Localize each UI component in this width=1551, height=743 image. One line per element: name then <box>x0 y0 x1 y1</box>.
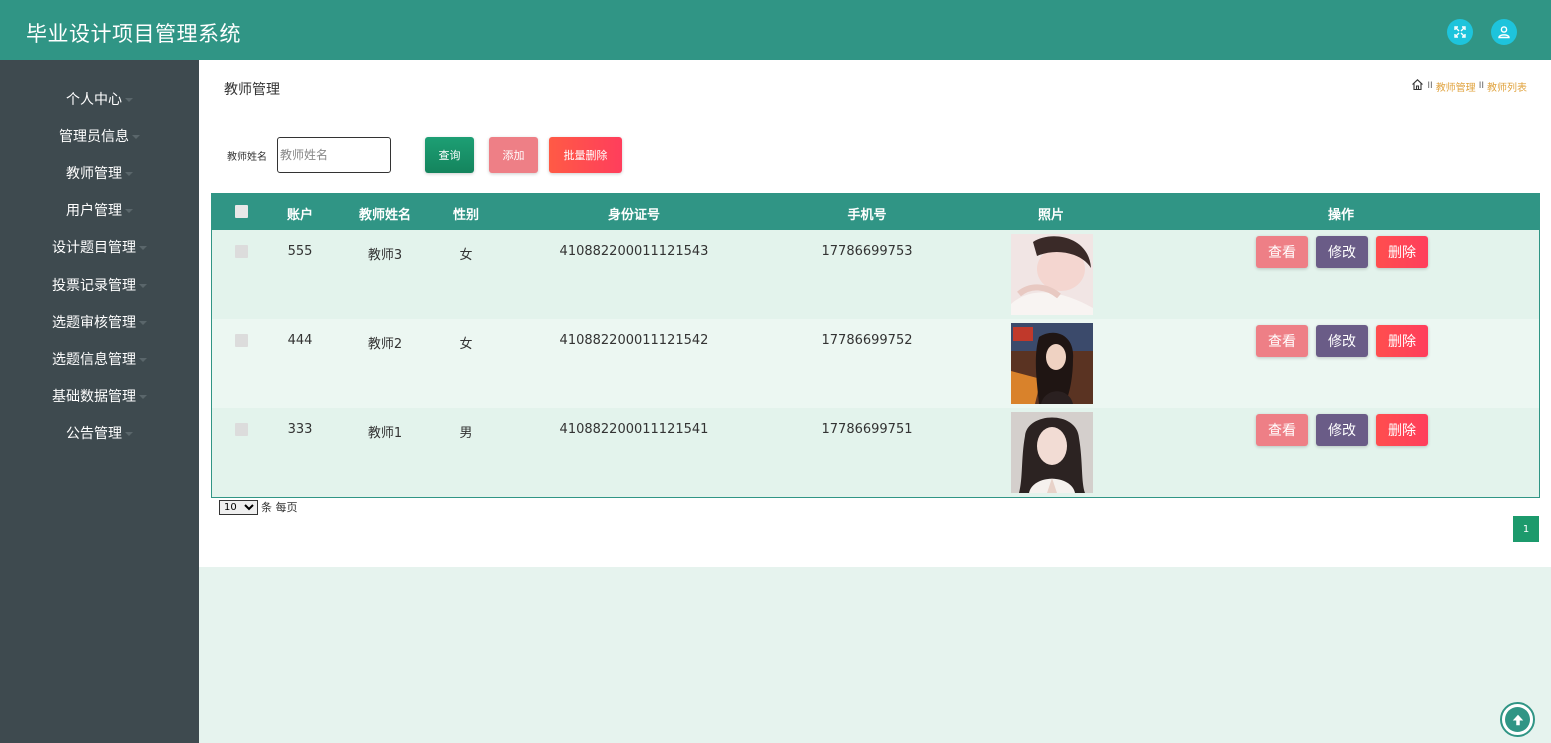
select-all-checkbox[interactable] <box>235 205 248 218</box>
row-checkbox[interactable] <box>235 245 248 258</box>
column-header-photo: 照片 <box>1037 208 1065 223</box>
teacher-name-search-input[interactable] <box>277 137 391 173</box>
column-header-actions: 操作 <box>1327 208 1355 223</box>
cell-id-card: 410882200011121542 <box>559 333 709 348</box>
cell-phone: 17786699753 <box>821 244 913 259</box>
edit-button[interactable]: 修改 <box>1316 325 1368 357</box>
search-label: 教师姓名 <box>227 152 267 163</box>
add-button[interactable]: 添加 <box>489 137 538 173</box>
page-size-select[interactable]: 10 <box>219 499 258 515</box>
chevron-down-icon <box>132 134 140 139</box>
column-header-id-card: 身份证号 <box>607 208 661 223</box>
teacher-photo <box>1011 323 1093 404</box>
chevron-down-icon <box>139 283 147 288</box>
sidebar-item-label: 选题审核管理 <box>52 314 136 331</box>
chevron-down-icon <box>125 171 133 176</box>
sidebar-item-user-management[interactable]: 用户管理 <box>0 192 199 229</box>
table-row: 333 教师1 男 410882200011121541 17786699751… <box>212 408 1539 497</box>
edit-button[interactable]: 修改 <box>1316 236 1368 268</box>
column-header-gender: 性别 <box>452 208 480 223</box>
sidebar: 个人中心 管理员信息 教师管理 用户管理 设计题目管理 投票记录管理 选题审核管… <box>0 60 199 743</box>
app-title: 毕业设计项目管理系统 <box>26 22 241 46</box>
teacher-photo <box>1011 412 1093 493</box>
query-button[interactable]: 查询 <box>425 137 474 173</box>
chevron-down-icon <box>139 246 147 251</box>
cell-gender: 女 <box>459 248 473 263</box>
cell-account: 555 <box>287 244 313 259</box>
cell-name: 教师1 <box>367 426 403 441</box>
edit-button[interactable]: 修改 <box>1316 414 1368 446</box>
sidebar-item-topic-management[interactable]: 设计题目管理 <box>0 229 199 266</box>
breadcrumb-item-teacher-list[interactable]: 教师列表 <box>1487 79 1527 94</box>
cell-account: 333 <box>287 422 313 437</box>
cell-id-card: 410882200011121541 <box>559 422 709 437</box>
sidebar-item-topic-review[interactable]: 选题审核管理 <box>0 303 199 340</box>
page-title: 教师管理 <box>224 82 280 98</box>
delete-button[interactable]: 删除 <box>1376 325 1428 357</box>
arrow-up-icon <box>1505 707 1530 732</box>
view-button[interactable]: 查看 <box>1256 236 1308 268</box>
cell-gender: 女 <box>459 337 473 352</box>
breadcrumb-separator: II <box>1478 81 1484 91</box>
column-header-account: 账户 <box>286 208 314 223</box>
breadcrumb-item-teacher-management[interactable]: 教师管理 <box>1436 79 1476 94</box>
breadcrumb: II 教师管理 II 教师列表 <box>1411 78 1527 94</box>
column-header-name: 教师姓名 <box>358 208 412 223</box>
row-checkbox[interactable] <box>235 423 248 436</box>
sidebar-item-label: 公告管理 <box>66 426 122 443</box>
chevron-down-icon <box>139 320 147 325</box>
page-size-control: 10 条 每页 <box>219 499 298 515</box>
teacher-table: 账户 教师姓名 性别 身份证号 手机号 照片 操作 555 教师3 女 4108… <box>211 193 1540 498</box>
chevron-down-icon <box>125 209 133 214</box>
sidebar-item-label: 基础数据管理 <box>52 389 136 406</box>
breadcrumb-separator: II <box>1427 81 1433 91</box>
sidebar-item-vote-records[interactable]: 投票记录管理 <box>0 266 199 303</box>
delete-button[interactable]: 删除 <box>1376 414 1428 446</box>
chevron-down-icon <box>139 395 147 400</box>
table-row: 444 教师2 女 410882200011121542 17786699752… <box>212 319 1539 408</box>
chevron-down-icon <box>139 357 147 362</box>
cell-name: 教师2 <box>367 337 403 352</box>
pagination-page-1[interactable]: 1 <box>1513 516 1539 542</box>
table-row: 555 教师3 女 410882200011121543 17786699753… <box>212 230 1539 319</box>
sidebar-item-personal-center[interactable]: 个人中心 <box>0 80 199 117</box>
main-content: 教师管理 II 教师管理 II 教师列表 教师姓名 查询 添加 批量删除 账户 … <box>199 60 1551 567</box>
teacher-photo <box>1011 234 1093 315</box>
sidebar-item-teacher-management[interactable]: 教师管理 <box>0 154 199 191</box>
cell-phone: 17786699751 <box>821 422 913 437</box>
sidebar-item-label: 教师管理 <box>66 165 122 182</box>
top-bar: 毕业设计项目管理系统 <box>0 0 1551 60</box>
cell-phone: 17786699752 <box>821 333 913 348</box>
user-icon[interactable] <box>1491 19 1517 45</box>
view-button[interactable]: 查看 <box>1256 325 1308 357</box>
cell-name: 教师3 <box>367 248 403 263</box>
sidebar-item-topic-info[interactable]: 选题信息管理 <box>0 340 199 377</box>
chevron-down-icon <box>125 432 133 437</box>
sidebar-item-base-data[interactable]: 基础数据管理 <box>0 378 199 415</box>
column-header-phone: 手机号 <box>847 208 887 223</box>
cell-gender: 男 <box>459 426 473 441</box>
delete-button[interactable]: 删除 <box>1376 236 1428 268</box>
home-icon[interactable] <box>1411 78 1424 94</box>
fullscreen-icon[interactable] <box>1447 19 1473 45</box>
row-checkbox[interactable] <box>235 334 248 347</box>
batch-delete-button[interactable]: 批量删除 <box>549 137 622 173</box>
sidebar-item-label: 选题信息管理 <box>52 351 136 368</box>
cell-id-card: 410882200011121543 <box>559 244 709 259</box>
sidebar-item-label: 投票记录管理 <box>52 277 136 294</box>
page-size-label: 条 每页 <box>261 501 298 514</box>
table-header: 账户 教师姓名 性别 身份证号 手机号 照片 操作 <box>212 194 1539 230</box>
sidebar-item-label: 个人中心 <box>66 91 122 108</box>
sidebar-item-label: 用户管理 <box>66 203 122 220</box>
sidebar-item-label: 管理员信息 <box>59 128 129 145</box>
chevron-down-icon <box>125 97 133 102</box>
back-to-top-button[interactable] <box>1500 702 1535 737</box>
sidebar-item-admin-info[interactable]: 管理员信息 <box>0 117 199 154</box>
cell-account: 444 <box>287 333 313 348</box>
sidebar-item-label: 设计题目管理 <box>52 240 136 257</box>
view-button[interactable]: 查看 <box>1256 414 1308 446</box>
sidebar-item-announcements[interactable]: 公告管理 <box>0 415 199 452</box>
